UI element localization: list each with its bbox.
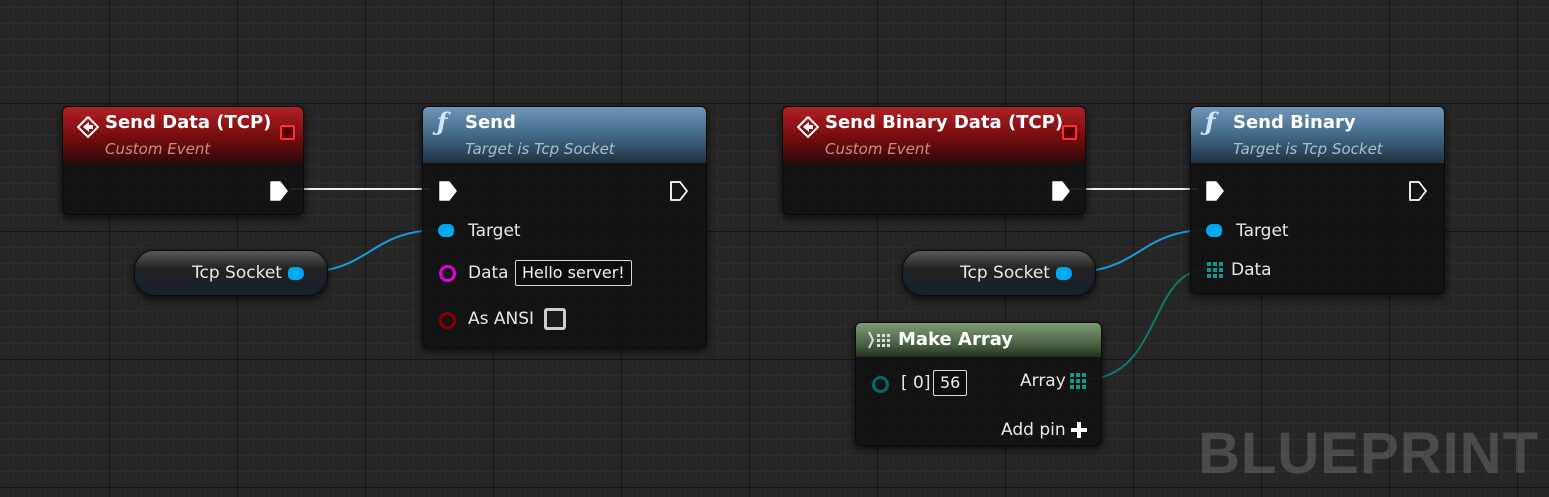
send-function-node[interactable]: ƒ Send Target is Tcp Socket Target Data … xyxy=(422,106,707,348)
target-pin-label: Target xyxy=(468,221,521,241)
variable-label: Tcp Socket xyxy=(192,263,282,283)
event-icon xyxy=(77,116,99,138)
object-pin-icon[interactable] xyxy=(288,267,304,280)
data-pin-label: Data xyxy=(1231,260,1272,280)
target-pin-icon[interactable] xyxy=(438,224,454,237)
add-pin-label[interactable]: Add pin xyxy=(1001,420,1066,440)
bool-pin-icon[interactable] xyxy=(439,312,456,329)
string-pin-icon[interactable] xyxy=(439,265,456,282)
delegate-pin-icon[interactable] xyxy=(1062,125,1077,140)
variable-label: Tcp Socket xyxy=(960,263,1050,283)
data-pin-label: Data xyxy=(468,263,509,283)
add-pin-plus-icon[interactable] xyxy=(1071,422,1087,438)
data-array-wire xyxy=(1085,269,1206,380)
delegate-pin-icon[interactable] xyxy=(280,125,295,140)
byte-pin-icon[interactable] xyxy=(872,376,889,393)
target-pin-icon[interactable] xyxy=(1206,224,1222,237)
send-binary-function-node[interactable]: ƒ Send Binary Target is Tcp Socket Targe… xyxy=(1190,106,1445,294)
node-title: Send Binary Data (TCP) xyxy=(825,112,1064,133)
node-title: Send Binary xyxy=(1233,112,1356,133)
node-subtitle: Target is Tcp Socket xyxy=(1233,140,1383,158)
send-data-event-header[interactable]: Send Data (TCP) Custom Event xyxy=(63,107,303,163)
send-function-header[interactable]: ƒ Send Target is Tcp Socket xyxy=(423,107,706,163)
function-icon: ƒ xyxy=(1205,107,1216,136)
blueprint-watermark: BLUEPRINT xyxy=(1198,421,1539,486)
node-subtitle: Target is Tcp Socket xyxy=(465,140,615,158)
exec-out-pin-icon[interactable] xyxy=(269,180,289,202)
make-array-header[interactable]: Make Array xyxy=(856,323,1101,357)
array-pin-icon[interactable] xyxy=(1207,262,1223,278)
object-pin-icon[interactable] xyxy=(1056,267,1072,280)
make-array-icon xyxy=(868,331,890,349)
exec-out-pin-icon[interactable] xyxy=(669,180,689,202)
node-title: Send xyxy=(465,112,516,133)
send-binary-event-header[interactable]: Send Binary Data (TCP) Custom Event xyxy=(783,107,1085,163)
function-icon: ƒ xyxy=(437,107,448,136)
tcp-socket-variable-node[interactable]: Tcp Socket xyxy=(134,250,328,296)
data-input[interactable]: Hello server! xyxy=(515,260,632,286)
tcp-socket-variable-node[interactable]: Tcp Socket xyxy=(902,250,1096,296)
as-ansi-pin-label: As ANSI xyxy=(468,309,535,329)
send-binary-event-node[interactable]: Send Binary Data (TCP) Custom Event xyxy=(782,106,1086,215)
node-title: Send Data (TCP) xyxy=(105,112,272,133)
array-out-pin-icon[interactable] xyxy=(1070,373,1086,389)
send-data-event-node[interactable]: Send Data (TCP) Custom Event xyxy=(62,106,304,215)
send-binary-function-header[interactable]: ƒ Send Binary Target is Tcp Socket xyxy=(1191,107,1444,163)
node-subtitle: Custom Event xyxy=(105,140,211,158)
make-array-node[interactable]: Make Array [ 0] 56 Array Add pin xyxy=(855,322,1102,446)
exec-in-pin-icon[interactable] xyxy=(1205,180,1225,202)
index-pin-label: [ 0] xyxy=(901,373,931,393)
array-pin-label: Array xyxy=(1020,371,1066,391)
target-pin-label: Target xyxy=(1236,221,1289,241)
exec-in-pin-icon[interactable] xyxy=(438,180,458,202)
node-title: Make Array xyxy=(898,329,1014,350)
exec-out-pin-icon[interactable] xyxy=(1051,180,1071,202)
exec-out-pin-icon[interactable] xyxy=(1408,180,1428,202)
index-value-input[interactable]: 56 xyxy=(933,370,968,396)
as-ansi-checkbox[interactable] xyxy=(544,308,566,330)
node-subtitle: Custom Event xyxy=(825,140,931,158)
event-icon xyxy=(797,116,819,138)
